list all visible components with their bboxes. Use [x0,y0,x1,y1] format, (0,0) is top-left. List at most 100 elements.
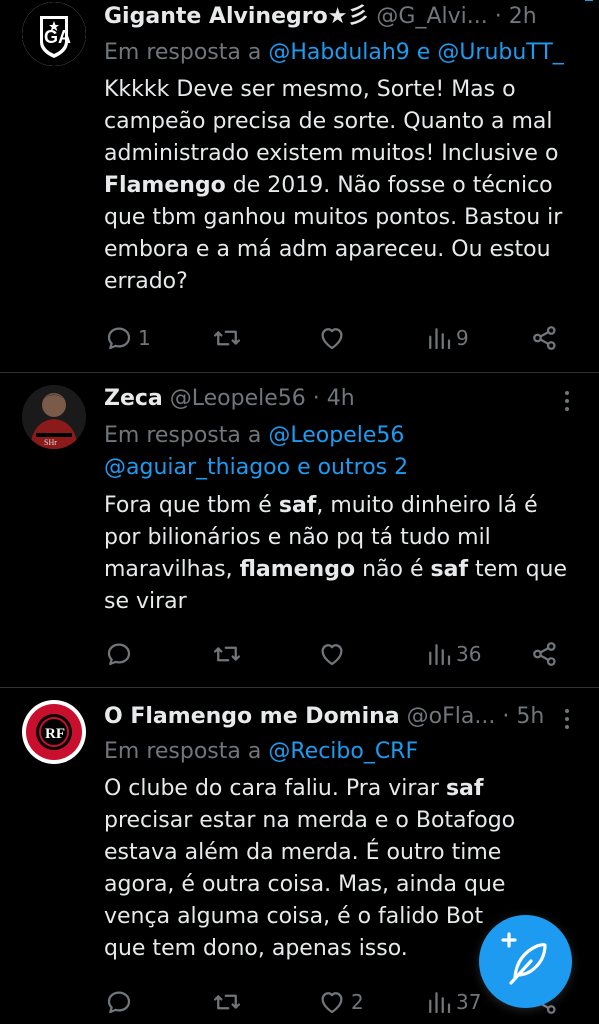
tweet-text: Kkkkk Deve ser mesmo, Sorte! Mas o campe… [104,74,584,298]
share-button[interactable] [530,322,560,354]
text-line: por bilionários e não pq tá tudo mil [104,525,491,550]
text-line: O clube do cara faliu. Pra virar saf [104,773,584,805]
tweet-header: O Flamengo me Domina @oFla... · 5h [104,702,581,732]
share-icon [533,642,556,666]
text-segment: maravilhas, [104,557,240,582]
views-button[interactable]: 9 [426,322,469,354]
compose-icon [501,932,547,985]
text-line: que tbm ganhou muitos pontos. Bastou ir [104,205,563,230]
like-button[interactable] [317,322,347,354]
views-button[interactable]: 37 [426,986,481,1018]
tweet[interactable]: SHr Zeca @Leopele56 · 4h Em resposta a @… [0,373,599,687]
avatar[interactable]: GA [22,2,86,66]
reply-prefix: Em resposta a [104,423,269,448]
views-count: 37 [456,990,482,1014]
retweet-button[interactable] [212,986,242,1018]
more-icon[interactable] [557,388,577,414]
reply-mentions-more-link[interactable]: @aguiar_thiagoo e outros 2 [104,455,408,480]
reply-icon [107,643,131,666]
retweet-button[interactable] [212,322,242,354]
text-segment: tem que [468,557,568,582]
club-logo-icon: GA [22,2,86,66]
separator-dot: · [494,4,502,29]
flamengo-crest-icon: RF [23,701,85,763]
avatar[interactable]: SHr [22,385,86,449]
more-icon[interactable] [581,0,597,12]
user-handle[interactable]: @G_Alvi... [376,4,487,29]
text-segment: não é [355,557,431,582]
views-count: 36 [456,642,482,666]
heart-icon [321,644,343,666]
separator-dot: · [312,386,320,411]
text-line: Flamengo de 2019. Não fosse o técnico [104,170,584,202]
text-segment: O clube do cara faliu. Pra virar [104,776,446,801]
highlight-keyword: flamengo [239,557,356,582]
svg-text:SHr: SHr [44,438,57,447]
tweet-header: Zeca @Leopele56 · 4h [104,384,581,414]
retweet-icon [214,330,240,346]
reply-button[interactable] [104,986,134,1018]
reply-mentions-link[interactable]: @Habdulah9 e @UrubuTT_ [268,40,563,65]
retweet-icon [214,646,240,662]
reply-count: 1 [138,326,151,350]
tweet[interactable]: GA Gigante Alvinegro★彡 @G_Alvi... · 2h E… [0,0,599,372]
retweet-button[interactable] [212,638,242,670]
reply-icon [107,991,131,1014]
reply-context: Em resposta a @Leopele56 @aguiar_thiagoo… [104,420,584,484]
highlight-keyword: saf [445,776,484,801]
text-segment: Fora que tbm é [104,493,279,518]
text-line: administrado existem muitos! Inclusive o [104,141,559,166]
action-bar: 36 [104,638,564,670]
tweet-header: Gigante Alvinegro★彡 @G_Alvi... · 2h [104,2,581,32]
timestamp[interactable]: 5h [516,704,544,729]
player-photo-icon: SHr [22,385,86,449]
action-bar: 1 9 [104,322,564,354]
reply-button[interactable]: 1 [104,322,151,354]
text-line: se virar [104,589,187,614]
views-icon [429,644,451,666]
highlight-keyword: Flamengo [104,173,226,198]
reply-button[interactable] [104,638,134,670]
share-icon [533,326,556,350]
share-button[interactable] [530,638,560,670]
text-segment: de 2019. Não fosse o técnico [225,173,553,198]
highlight-keyword: saf [278,493,317,518]
text-line: Kkkkk Deve ser mesmo, Sorte! Mas o [104,77,516,102]
svg-text:GA: GA [44,27,71,47]
text-segment: , muito dinheiro lá é [316,493,538,518]
reply-mention-link[interactable]: @Leopele56 [268,423,404,448]
reply-prefix: Em resposta a [104,40,269,65]
avatar[interactable]: RF [22,700,86,764]
text-line: errado? [104,269,188,294]
reply-context: Em resposta a @Recibo_CRF [104,736,584,768]
display-name[interactable]: Zeca [104,386,163,411]
like-button[interactable]: 2 [317,986,364,1018]
like-count: 2 [351,990,364,1014]
reply-context: Em resposta a @Habdulah9 e @UrubuTT_ [104,37,584,69]
svg-text:RF: RF [45,726,65,742]
user-handle[interactable]: @oFla... [407,704,496,729]
text-line: Fora que tbm é saf, muito dinheiro lá é [104,490,584,522]
like-button[interactable] [317,638,347,670]
views-count: 9 [456,326,469,350]
text-line: estava além da merda. É outro time [104,840,502,865]
display-name[interactable]: Gigante Alvinegro★彡 [104,4,369,29]
separator-dot: · [502,704,510,729]
compose-button[interactable] [479,915,572,1008]
views-button[interactable]: 36 [426,638,481,670]
user-handle[interactable]: @Leopele56 [170,386,306,411]
more-icon[interactable] [557,706,577,732]
timestamp[interactable]: 2h [509,4,537,29]
text-line: embora e a má adm apareceu. Ou estou [104,237,551,262]
reply-prefix: Em resposta a [104,739,269,764]
text-line: agora, é outra coisa. Mas, ainda que [104,872,506,897]
tweet-text: Fora que tbm é saf, muito dinheiro lá é … [104,490,584,618]
display-name[interactable]: O Flamengo me Domina [104,704,400,729]
views-icon [429,992,451,1014]
heart-icon [321,992,343,1014]
reply-mention-link[interactable]: @Recibo_CRF [268,739,418,764]
text-line: campeão precisa de sorte. Quanto a mal [104,109,553,134]
views-icon [429,328,451,350]
reply-icon [107,327,131,350]
timestamp[interactable]: 4h [327,386,355,411]
